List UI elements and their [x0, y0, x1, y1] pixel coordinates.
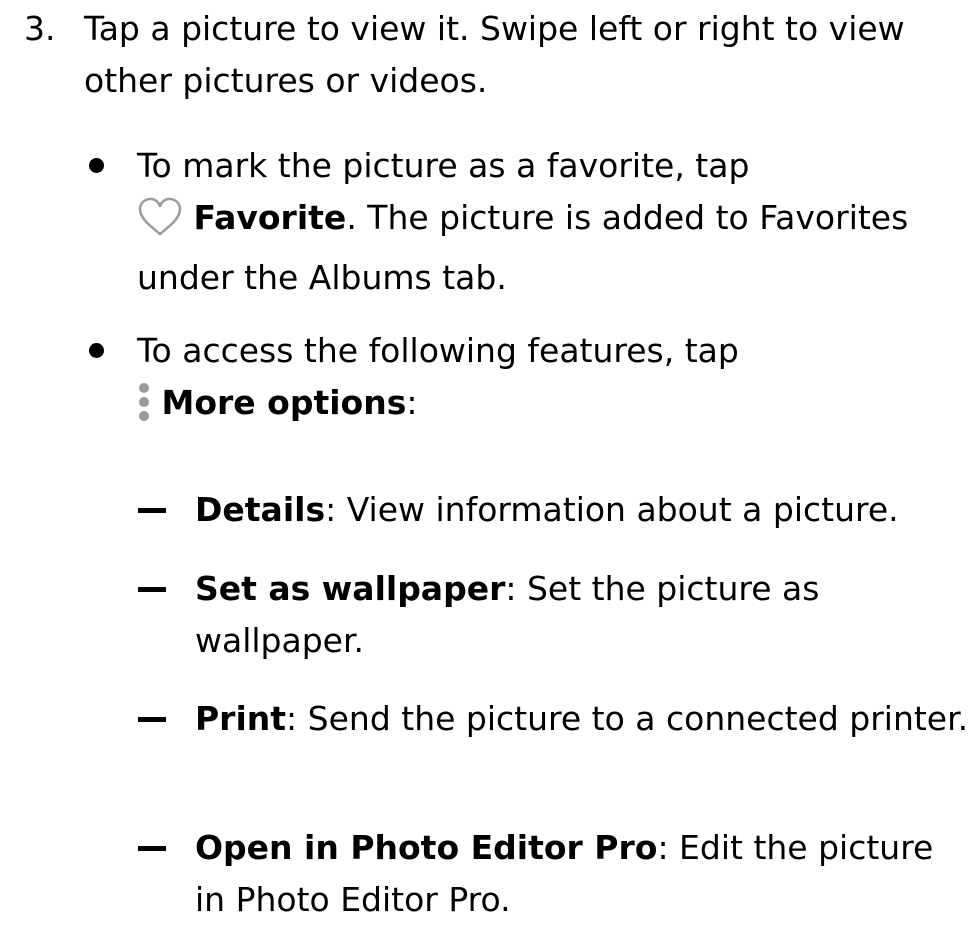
favorite-label: Favorite [193, 198, 347, 237]
option-label: Print [195, 699, 287, 738]
option-text: Set as wallpaper: Set the picture as wal… [195, 563, 970, 667]
more-options-label: More options [161, 383, 407, 422]
bullet-text-post: : [406, 383, 418, 422]
instruction-page: 3. Tap a picture to view it. Swipe left … [0, 0, 977, 919]
bullet-text-pre: To mark the picture as a favorite, tap [137, 146, 750, 185]
bullet-dot [89, 343, 104, 358]
bullet-text-more-options: To access the following features, tap Mo… [137, 325, 967, 437]
bullet-text-favorite: To mark the picture as a favorite, tap F… [137, 140, 967, 304]
option-text: Print: Send the picture to a connected p… [195, 693, 970, 745]
option-description: : View information about a picture. [325, 490, 899, 529]
option-label: Open in Photo Editor Pro [195, 828, 658, 867]
option-description: : Send the picture to a connected printe… [286, 699, 969, 738]
option-text: Open in Photo Editor Pro: Edit the pictu… [195, 822, 970, 926]
bullet-dot [89, 158, 104, 173]
option-label: Set as wallpaper [195, 569, 506, 608]
bullet-text-pre: To access the following features, tap [137, 331, 739, 370]
step-text: Tap a picture to view it. Swipe left or … [84, 9, 905, 100]
dash-mark [138, 846, 166, 851]
dash-mark [138, 717, 166, 722]
heart-outline-icon [137, 197, 183, 252]
more-options-icon [137, 382, 151, 437]
step-number: 3. [24, 9, 56, 48]
dash-mark [138, 587, 166, 592]
option-text: Details: View information about a pictur… [195, 484, 970, 536]
dash-mark [138, 508, 166, 513]
option-label: Details [195, 490, 326, 529]
